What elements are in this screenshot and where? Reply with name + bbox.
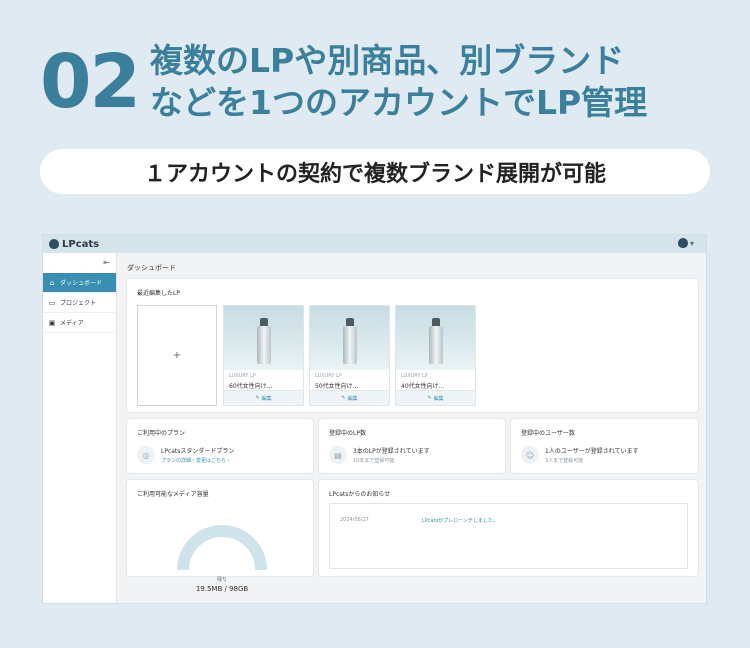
avatar-icon (677, 238, 688, 248)
app-logo-text: LPcats (62, 238, 100, 250)
gauge-value: 19.5MB / 98GB (195, 585, 249, 593)
lp-count-text: 3本のLPが登録されています (353, 448, 430, 455)
sidebar-item-media[interactable]: ▣ メディア (43, 313, 116, 333)
lp-count-limit: 10本まで登録可能 (353, 458, 395, 464)
gauge-label: 残り (216, 577, 227, 583)
plan-title: ご利用中のプラン (137, 430, 186, 437)
plan-name: LPcatsスタンダードプラン (161, 448, 235, 455)
folder-icon: ▭ (48, 298, 56, 307)
news-list: 2024/06/27 LPcatsがプレローンチしました。 (329, 503, 688, 569)
user-count-title: 登録中のユーザー数 (521, 430, 575, 437)
media-capacity-title: ご利用可能なメディア容量 (137, 491, 209, 498)
pencil-icon: ✎ (255, 395, 260, 401)
collapse-sidebar-icon[interactable]: ⇤ (43, 253, 116, 273)
hero-title-line1: 複数のLPや別商品、別ブランド (150, 41, 625, 80)
news-title: LPcatsからのお知らせ (329, 491, 391, 498)
page-title: ダッシュボード (127, 264, 176, 272)
sidebar-item-label: プロジェクト (60, 300, 97, 307)
capacity-gauge: 残り 19.5MB / 98GB (177, 522, 267, 602)
user-count-limit: 3人まで登録可能 (545, 458, 584, 464)
lp-name: 40代女性向け... (401, 383, 445, 390)
users-icon: ☺ (521, 446, 539, 464)
lp-category: LUXURY LP (401, 373, 428, 379)
bottle-image (343, 318, 357, 364)
lp-count-title: 登録中のLP数 (329, 430, 366, 437)
document-icon: ▤ (329, 446, 347, 464)
lp-category: LUXURY LP (315, 373, 342, 379)
pencil-icon: ✎ (427, 395, 432, 401)
subtitle-pill: １アカウントの契約で複数ブランド展開が可能 (40, 149, 710, 194)
main-content: ダッシュボード 最近編集したLP + LUXURY LP 60代女性向け... … (127, 253, 698, 603)
user-menu[interactable]: ▾ (677, 238, 694, 248)
app-topbar: LPcats ▾ (43, 235, 706, 253)
lp-card[interactable]: LUXURY LP 40代女性向け... ✎ 編集 (395, 305, 476, 406)
lp-count-card: 登録中のLP数 ▤ 3本のLPが登録されています 10本まで登録可能 (319, 419, 505, 473)
sidebar-item-projects[interactable]: ▭ プロジェクト (43, 293, 116, 313)
section-number: 02 (40, 39, 141, 125)
news-card: LPcatsからのお知らせ 2024/06/27 LPcatsがプレローンチしま… (319, 480, 698, 576)
lp-card[interactable]: LUXURY LP 50代女性向け... ✎ 編集 (309, 305, 390, 406)
edit-button[interactable]: ✎ 編集 (224, 390, 303, 405)
pencil-icon: ✎ (341, 395, 346, 401)
chevron-down-icon: ▾ (689, 238, 694, 248)
sidebar-item-label: ダッシュボード (60, 280, 103, 287)
news-item-link[interactable]: LPcatsがプレローンチしました。 (422, 517, 498, 524)
lp-name: 50代女性向け... (315, 383, 359, 390)
image-icon: ▣ (48, 318, 56, 327)
hero-title: 複数のLPや別商品、別ブランド などを1つのアカウントでLP管理 (150, 40, 730, 124)
lp-category: LUXURY LP (229, 373, 256, 379)
plan-details-link[interactable]: プランの詳細・変更はこちら › (161, 457, 230, 464)
news-date: 2024/06/27 (340, 517, 369, 523)
bottle-image (257, 318, 271, 364)
app-screenshot: LPcats ▾ ⇤ ⌂ ダッシュボード ▭ プロジェクト ▣ メディア ダッシ… (43, 235, 706, 603)
sidebar-item-label: メディア (60, 320, 84, 327)
cat-logo-icon (49, 239, 59, 249)
edit-button[interactable]: ✎ 編集 (310, 390, 389, 405)
recent-lp-title: 最近編集したLP (137, 290, 180, 297)
edit-label: 編集 (261, 395, 272, 402)
lp-name: 60代女性向け... (229, 383, 273, 390)
sidebar-item-dashboard[interactable]: ⌂ ダッシュボード (43, 273, 116, 293)
home-icon: ⌂ (49, 278, 55, 287)
edit-label: 編集 (433, 395, 444, 402)
gauge-arc (177, 525, 267, 571)
edit-button[interactable]: ✎ 編集 (396, 390, 475, 405)
user-count-text: 1人のユーザーが登録されています (545, 448, 639, 455)
lp-thumbnail (310, 306, 389, 370)
media-capacity-card: ご利用可能なメディア容量 残り 19.5MB / 98GB (127, 480, 313, 593)
app-logo[interactable]: LPcats (49, 239, 99, 250)
edit-label: 編集 (347, 395, 358, 402)
user-count-card: 登録中のユーザー数 ☺ 1人のユーザーが登録されています 3人まで登録可能 (511, 419, 698, 473)
lp-thumbnail (396, 306, 475, 370)
bottle-image (429, 318, 443, 364)
hero-title-line2: などを1つのアカウントでLP管理 (150, 83, 648, 122)
lp-thumbnail (224, 306, 303, 370)
recent-lp-card: 最近編集したLP + LUXURY LP 60代女性向け... ✎ 編集 LUX… (127, 279, 698, 412)
add-lp-button[interactable]: + (137, 305, 217, 406)
target-icon: ◎ (137, 446, 155, 464)
sidebar: ⇤ ⌂ ダッシュボード ▭ プロジェクト ▣ メディア (43, 253, 117, 603)
plan-card: ご利用中のプラン ◎ LPcatsスタンダードプラン プランの詳細・変更はこちら… (127, 419, 313, 473)
lp-card[interactable]: LUXURY LP 60代女性向け... ✎ 編集 (223, 305, 304, 406)
